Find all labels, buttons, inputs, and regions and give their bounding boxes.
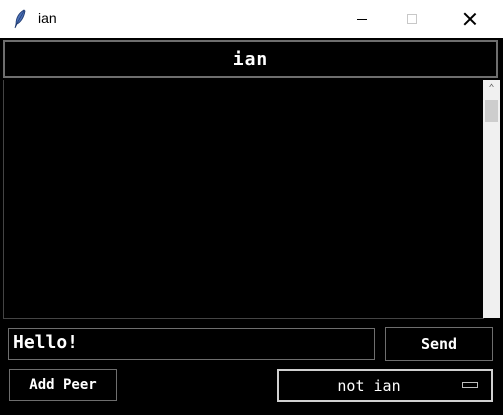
scroll-thumb[interactable] — [485, 100, 498, 122]
maximize-icon — [407, 14, 417, 24]
title-bar: ian — [0, 0, 503, 38]
app-window: ian ian ⌃ Hello! Send Add Peer not ian — [0, 0, 503, 415]
chat-header: ian — [3, 40, 498, 78]
minimize-button[interactable] — [339, 0, 385, 38]
close-icon — [463, 12, 477, 26]
add-peer-button[interactable]: Add Peer — [9, 369, 117, 401]
message-area[interactable] — [3, 80, 484, 319]
peer-select-value: not ian — [337, 376, 401, 395]
window-title: ian — [38, 10, 57, 26]
maximize-button[interactable] — [389, 0, 435, 38]
scroll-up-icon[interactable]: ⌃ — [483, 80, 500, 97]
feather-icon — [14, 9, 26, 29]
dropdown-indicator-icon — [462, 382, 478, 388]
send-button[interactable]: Send — [385, 327, 493, 361]
minimize-icon — [357, 18, 367, 20]
message-scrollbar[interactable]: ⌃ — [483, 80, 500, 318]
chat-title: ian — [232, 48, 269, 70]
message-input[interactable]: Hello! — [8, 328, 375, 360]
peer-select[interactable]: not ian — [277, 369, 493, 402]
close-button[interactable] — [447, 0, 493, 38]
